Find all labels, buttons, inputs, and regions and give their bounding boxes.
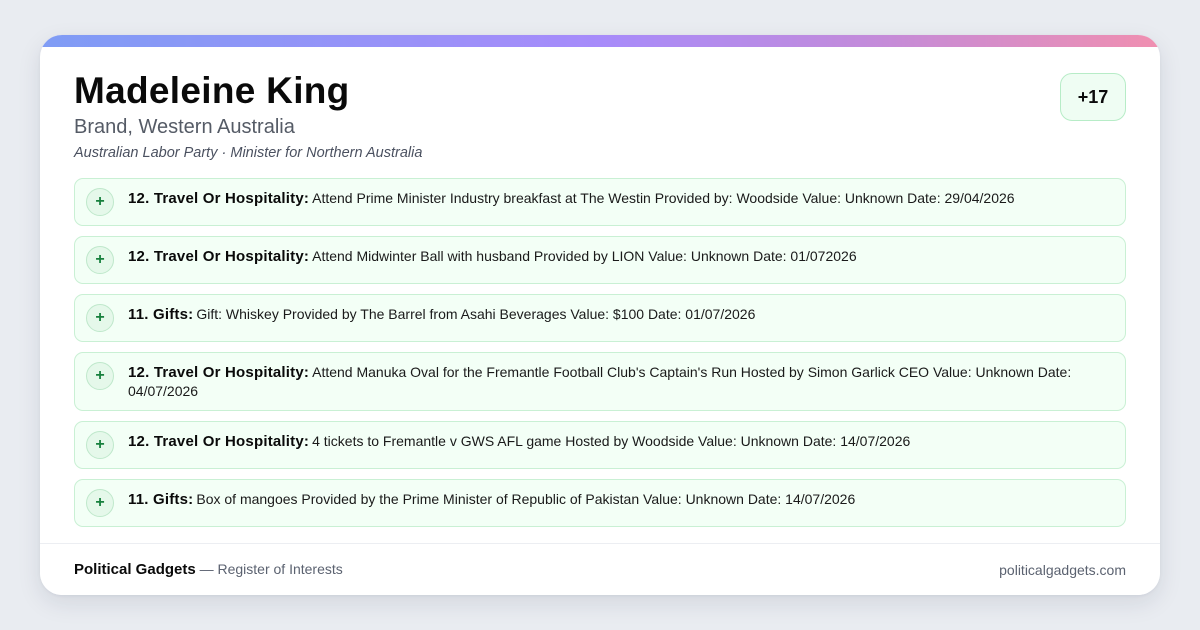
- member-name: Madeleine King: [74, 70, 350, 111]
- plus-icon[interactable]: +: [86, 246, 114, 274]
- member-role: Minister for Northern Australia: [230, 145, 423, 161]
- footer-tagline: — Register of Interests: [195, 561, 343, 577]
- plus-icon[interactable]: +: [86, 304, 114, 332]
- entry-description: Attend Midwinter Ball with husband Provi…: [312, 248, 857, 264]
- interest-entry[interactable]: +12. Travel Or Hospitality: Attend Manuka…: [74, 352, 1126, 411]
- interest-entry[interactable]: +11. Gifts: Box of mangoes Provided by th…: [74, 479, 1126, 527]
- footer-brand: Political Gadgets: [74, 561, 196, 578]
- register-card: Madeleine King Brand, Western Australia …: [40, 35, 1160, 595]
- footer-domain-link[interactable]: politicalgadgets.com: [999, 562, 1126, 578]
- entry-description: Attend Prime Minister Industry breakfast…: [312, 190, 1015, 206]
- interest-entries-list[interactable]: +12. Travel Or Hospitality: Attend Prime …: [74, 178, 1126, 544]
- plus-icon[interactable]: +: [86, 431, 114, 459]
- entry-description: Box of mangoes Provided by the Prime Min…: [196, 491, 856, 507]
- plus-icon[interactable]: +: [86, 362, 114, 390]
- footer: Political Gadgets — Register of Interest…: [40, 543, 1160, 595]
- interest-entry[interactable]: +12. Travel Or Hospitality: Attend Prime …: [74, 178, 1126, 226]
- entry-category: 12. Travel Or Hospitality:: [128, 364, 310, 381]
- party-role-separator: ·: [221, 145, 227, 161]
- entry-category: 12. Travel Or Hospitality:: [128, 248, 310, 265]
- interest-entry[interactable]: +12. Travel Or Hospitality: Attend Midwin…: [74, 236, 1126, 284]
- interest-entry[interactable]: +11. Gifts: Gift: Whiskey Provided by The…: [74, 294, 1126, 342]
- plus-icon[interactable]: +: [86, 489, 114, 517]
- entry-category: 12. Travel Or Hospitality:: [128, 433, 310, 450]
- entry-category: 11. Gifts:: [128, 491, 194, 508]
- entry-category: 12. Travel Or Hospitality:: [128, 190, 310, 207]
- entry-description: Gift: Whiskey Provided by The Barrel fro…: [196, 306, 756, 322]
- interest-entry[interactable]: +12. Travel Or Hospitality: 4 tickets to …: [74, 421, 1126, 469]
- accent-bar: [40, 35, 1160, 47]
- entry-category: 11. Gifts:: [128, 306, 194, 323]
- member-party: Australian Labor Party: [74, 145, 218, 161]
- member-header: Madeleine King Brand, Western Australia …: [74, 71, 1126, 162]
- plus-icon[interactable]: +: [86, 188, 114, 216]
- member-party-role: Australian Labor Party · Minister for No…: [74, 144, 1126, 162]
- entry-description: 4 tickets to Fremantle v GWS AFL game Ho…: [312, 433, 911, 449]
- footer-brand-line: Political Gadgets — Register of Interest…: [74, 561, 343, 578]
- member-electorate: Brand, Western Australia: [74, 116, 295, 138]
- new-entries-count-badge: +17: [1060, 73, 1126, 121]
